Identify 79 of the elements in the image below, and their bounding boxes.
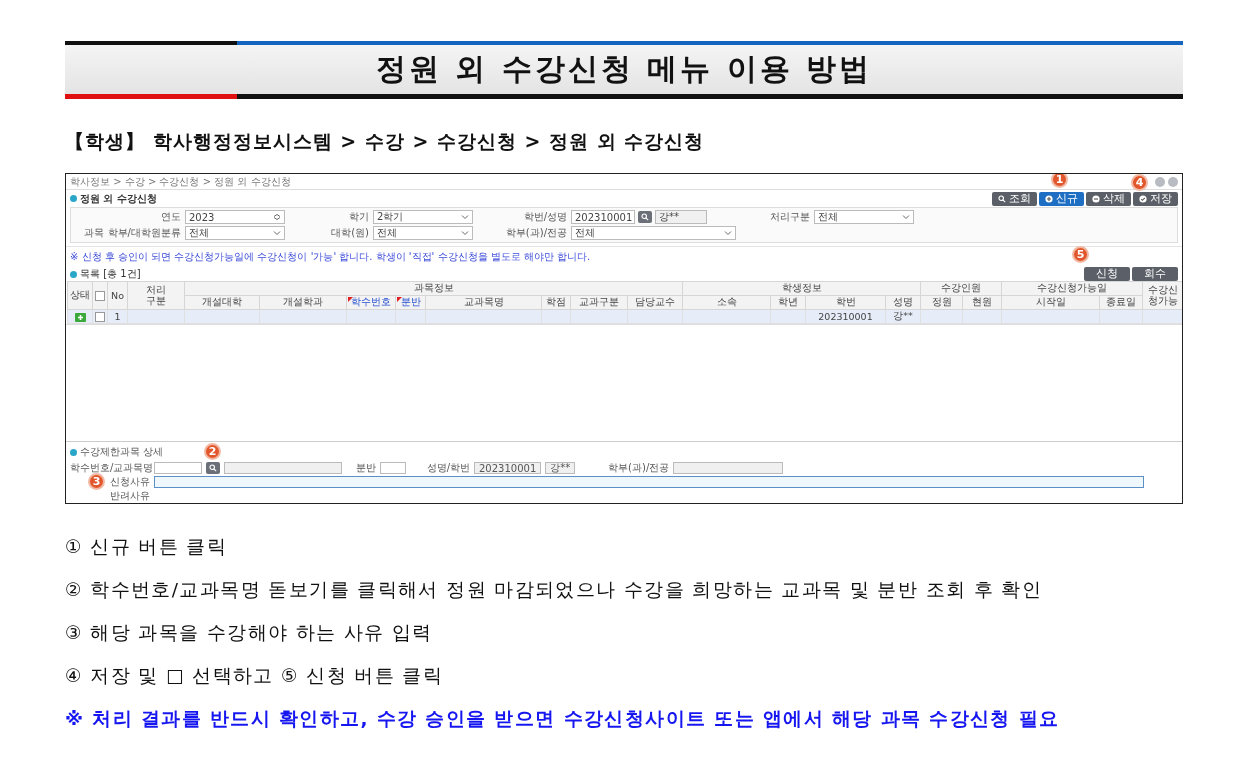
field-label: 대학(원) (330, 226, 369, 240)
field-label: 반려사유 (109, 489, 150, 503)
document-title: 정원 외 수강신청 메뉴 이용 방법 (375, 50, 873, 88)
column-group-header: 과목정보 (184, 281, 683, 296)
input-field[interactable]: 202310001 (571, 210, 635, 224)
number-badge: 3 (88, 473, 105, 490)
list-count: [총 1건] (103, 268, 141, 279)
number-badge: 2 (204, 443, 221, 460)
field-label: 성명/학번 (425, 461, 470, 475)
action-button[interactable]: 신청 (1084, 267, 1130, 281)
input-field[interactable] (380, 462, 406, 474)
field-label: 처리구분 (769, 210, 810, 224)
student-id-field: 202310001 (474, 462, 542, 474)
reason-input-field[interactable] (154, 476, 1144, 488)
field-label: 학부(과)/전공 (607, 461, 670, 475)
plus-icon[interactable] (74, 313, 86, 322)
input-field[interactable] (154, 462, 202, 474)
name-field: 강** (545, 462, 576, 474)
field-label: 신청사유 (110, 475, 150, 489)
column-header: No (111, 290, 124, 301)
field-label: 연도 (160, 210, 181, 224)
required-flag-icon (397, 297, 402, 302)
column-header: 처리 구분 (145, 285, 167, 306)
list-title: 목록 (80, 268, 100, 279)
note-text: ※ 처리 결과를 반드시 확인하고, 수강 승인을 받으면 수강신청사이트 또는 앱에서 해당 과목 수강신청 필요 (65, 707, 1061, 731)
menu-path: 【학생】 학사행정정보시스템 > 수강 > 수강신청 > 정원 외 수강신청 (65, 129, 706, 154)
bullet-icon (70, 270, 77, 278)
instruction-step: ④ 저장 및 □ 선택하고 ⑤ 신청 버튼 클릭 (65, 663, 1183, 688)
page-title: 정원 외 수강신청 (80, 192, 157, 204)
spin-field[interactable]: 2023 (185, 210, 285, 224)
field-label: 학수번호/교과목명 (70, 461, 150, 475)
action-button[interactable]: 회수 (1132, 267, 1178, 281)
bullet-icon (70, 448, 77, 456)
search-icon (641, 213, 649, 221)
search-icon (209, 464, 217, 472)
checkbox[interactable] (95, 312, 105, 323)
spinner-icon (273, 214, 281, 220)
dropdown[interactable]: 전체 (814, 210, 914, 224)
checkbox[interactable] (95, 291, 105, 302)
number-badge: 5 (1072, 246, 1089, 263)
toolbar-button[interactable]: 저장 (1133, 191, 1178, 206)
column-header: 수강신청가능 (1147, 285, 1179, 306)
chevron-down-icon (461, 230, 469, 236)
chevron-down-icon (461, 214, 469, 220)
plus-circle-icon (1045, 194, 1053, 203)
column-group-header: 수강신청가능일 (1001, 281, 1143, 296)
dropdown[interactable]: 전체 (571, 226, 736, 240)
search-icon (998, 194, 1006, 203)
chevron-down-icon (724, 230, 732, 236)
column-group-header: 학생정보 (682, 281, 921, 296)
toolbar-button[interactable]: 조회 (992, 191, 1037, 206)
check-circle-icon (1139, 194, 1147, 203)
section-title: 수강제한과목 상세 (80, 446, 164, 457)
name-field: 강** (655, 210, 707, 224)
required-flag-icon (348, 297, 353, 302)
toolbar-button[interactable]: 신규 (1039, 191, 1084, 206)
minus-circle-icon (1092, 194, 1100, 203)
field-label: 과목 학부/대학원분류 (83, 226, 181, 240)
instruction-step: ② 학수번호/교과목명 돋보기를 클릭해서 정원 마감되었으나 수강을 희망하는 교과목 및 분반 조회 후 확인 (65, 577, 1183, 602)
instruction-step: ③ 해당 과목을 수강해야 하는 사유 입력 (65, 620, 1183, 645)
number-badge: 4 (1131, 174, 1148, 191)
search-button[interactable] (638, 211, 652, 223)
number-badge: 1 (1051, 174, 1068, 188)
dropdown[interactable]: 전체 (373, 226, 473, 240)
chevron-down-icon (902, 214, 910, 220)
column-header: 상태 (70, 289, 90, 300)
search-button[interactable] (206, 462, 220, 474)
field-label: 학부(과)/전공 (504, 226, 567, 240)
field-label: 분반 (355, 461, 376, 475)
field-label: 학번/성명 (522, 210, 567, 224)
column-group-header: 수강인원 (920, 281, 1002, 296)
field-label: 학기 (348, 210, 369, 224)
dropdown[interactable]: 2학기 (373, 210, 473, 224)
toolbar-button[interactable]: 삭제 (1086, 191, 1131, 206)
dropdown[interactable]: 전체 (185, 226, 285, 240)
bullet-icon (70, 195, 77, 202)
instruction-step: ① 신규 버튼 클릭 (65, 534, 1183, 559)
breadcrumb: 학사정보 > 수강 > 수강신청 > 정원 외 수강신청 (70, 174, 291, 189)
chevron-down-icon (273, 230, 281, 236)
